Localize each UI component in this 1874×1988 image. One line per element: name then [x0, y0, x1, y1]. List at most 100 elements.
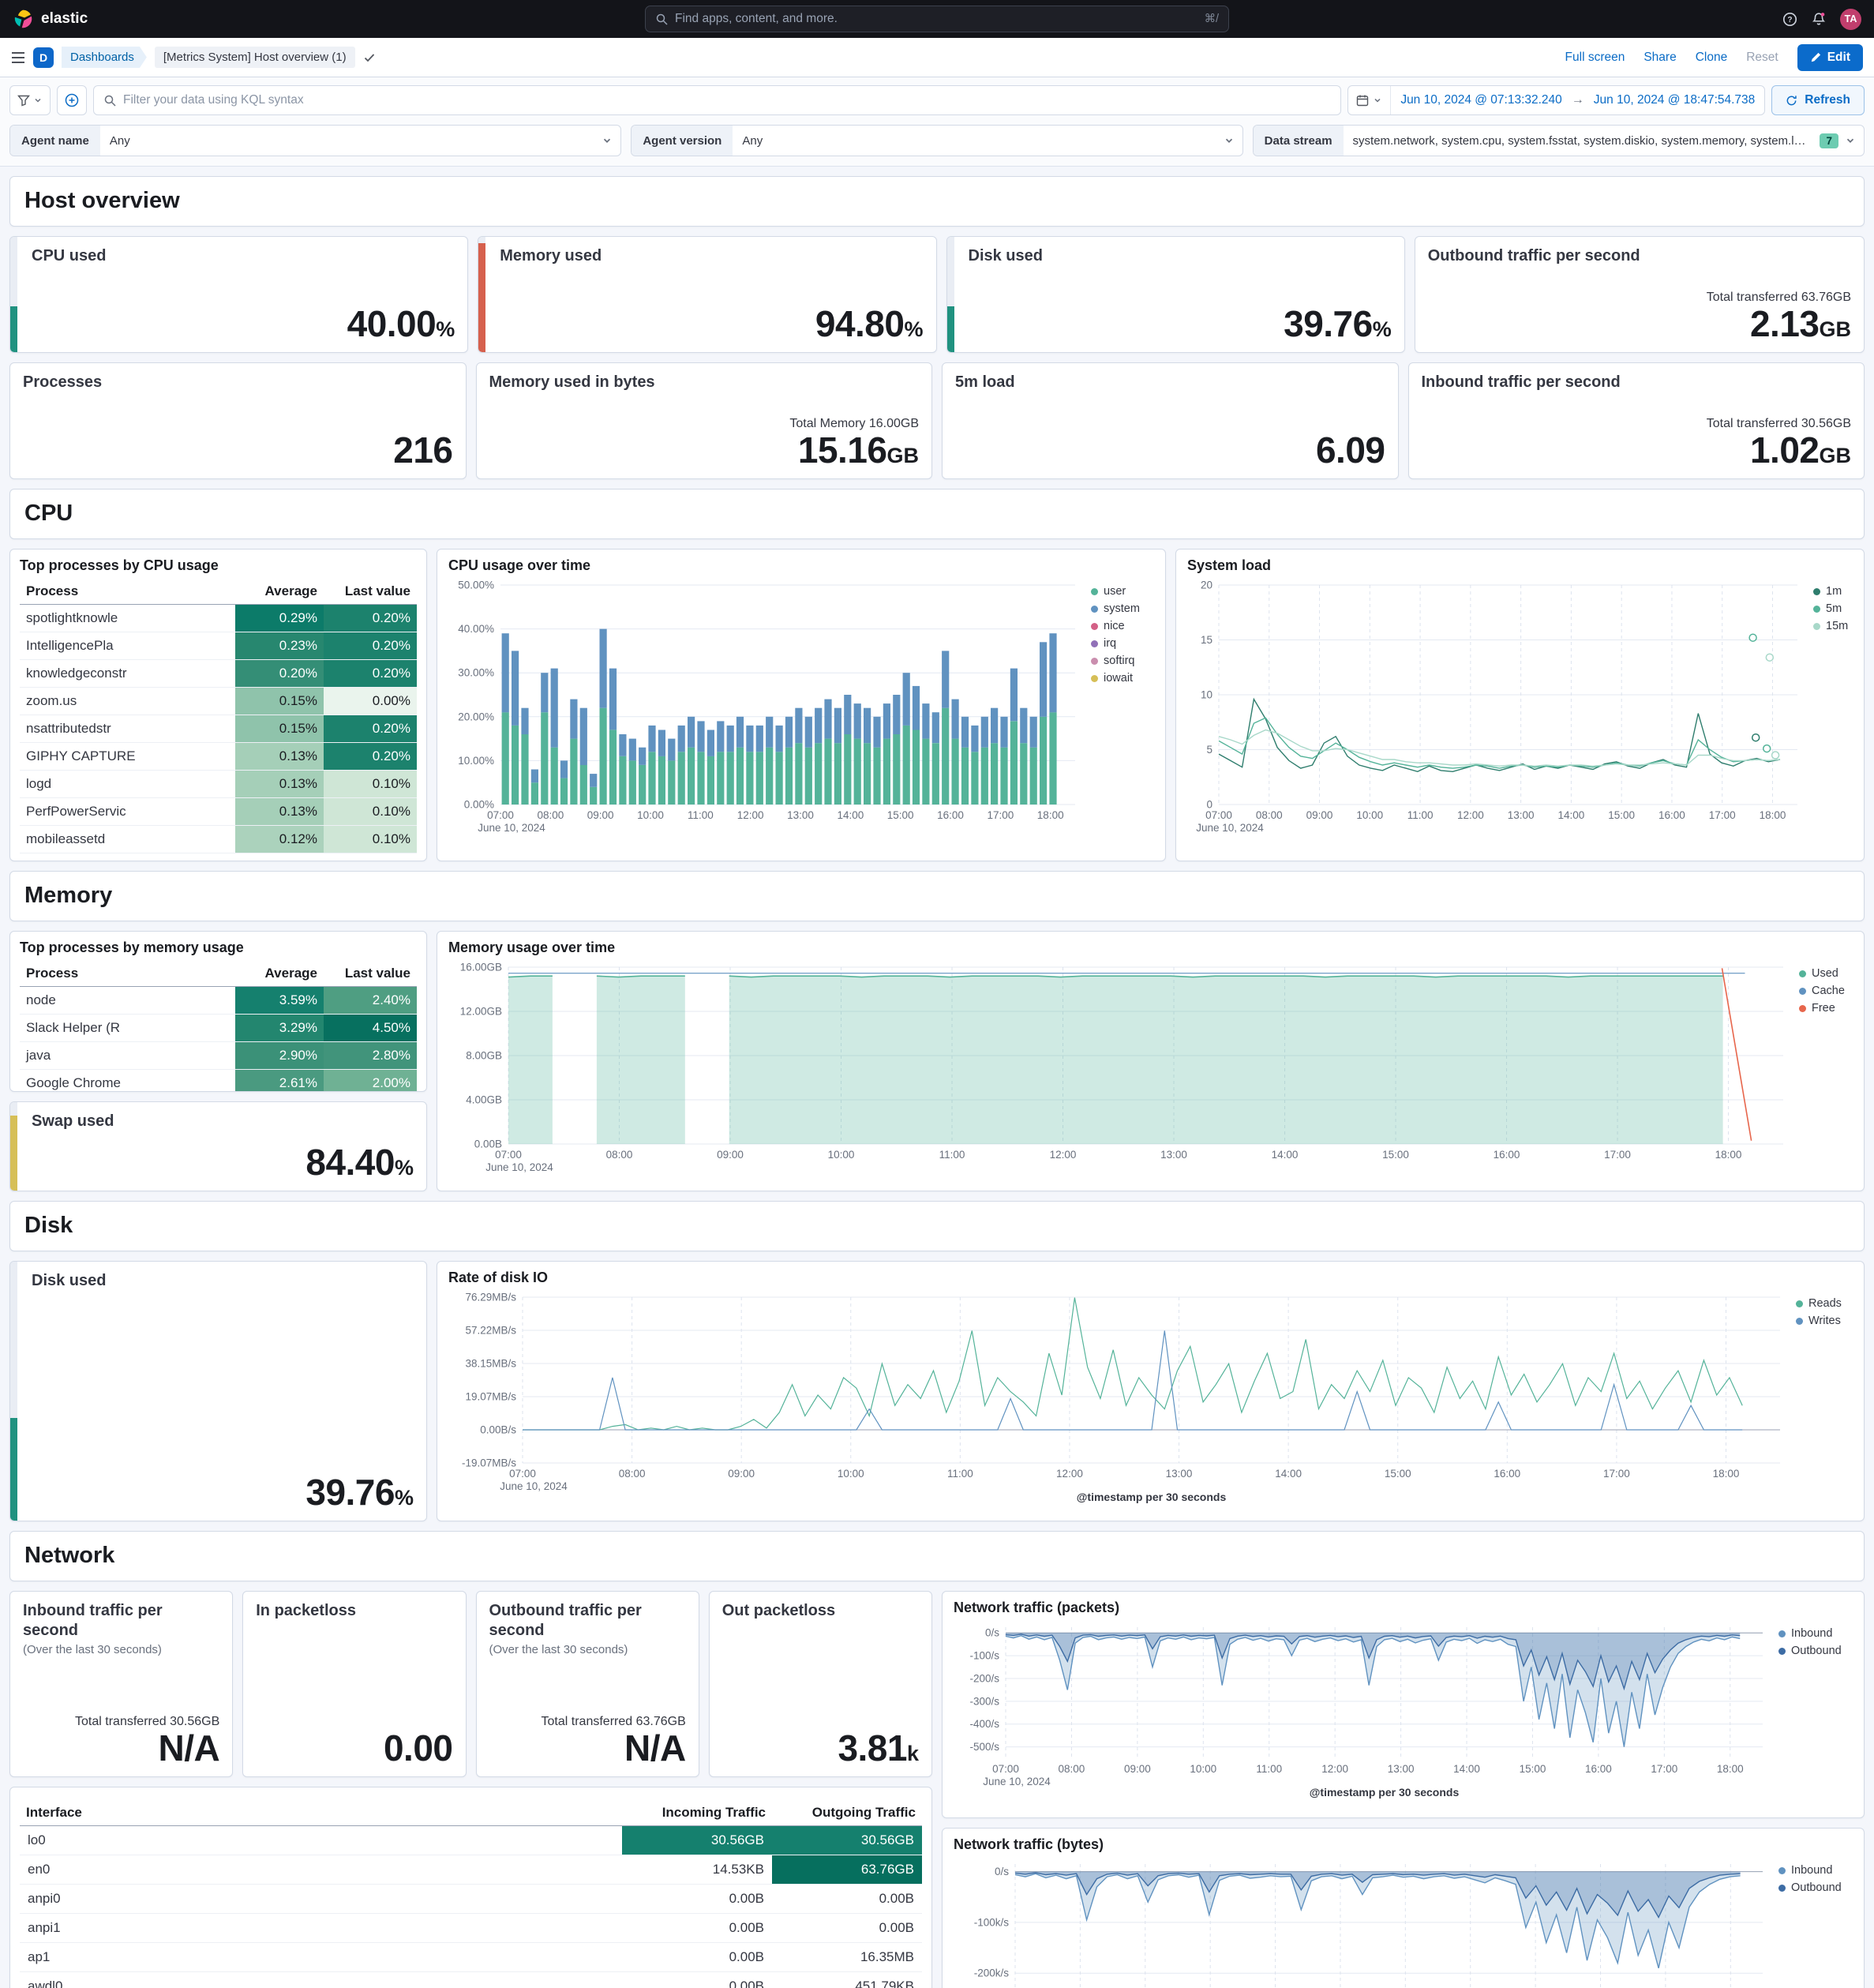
- chart-legend[interactable]: Used Cache Free: [1794, 959, 1853, 1177]
- breadcrumb-dashboards[interactable]: Dashboards: [62, 47, 147, 68]
- disk-io-chart[interactable]: 76.29MB/s 57.22MB/s 38.15MB/s 19.07MB/s 0.00…: [448, 1289, 1791, 1507]
- section-title-host-overview: Host overview: [9, 176, 1865, 227]
- svg-text:15:00: 15:00: [887, 809, 914, 821]
- cpu-usage-chart[interactable]: 50.00%40.00%30.00%20.00%10.00%0.00%07:00…: [448, 577, 1086, 838]
- svg-text:11:00: 11:00: [939, 1149, 965, 1161]
- svg-text:-200k/s: -200k/s: [974, 1967, 1010, 1979]
- svg-text:30.00%: 30.00%: [458, 667, 494, 679]
- svg-text:16:00: 16:00: [937, 809, 964, 821]
- metric-memory-used-bytes: Memory used in bytes Total Memory 16.00G…: [475, 362, 932, 479]
- control-label: Agent name: [10, 126, 100, 156]
- svg-text:13:00: 13:00: [1388, 1763, 1415, 1775]
- metric-network-inbound: Inbound traffic per second (Over the las…: [9, 1591, 234, 1777]
- notifications-bell-icon[interactable]: [1812, 12, 1826, 27]
- memory-usage-over-time-panel: Memory usage over time 16.00GB 12.00GB 8.0…: [437, 931, 1865, 1191]
- metric-progress-bar: [946, 237, 954, 352]
- help-icon[interactable]: ?: [1782, 12, 1797, 27]
- global-search-input[interactable]: Find apps, content, and more. ⌘/: [645, 6, 1229, 32]
- svg-text:17:00: 17:00: [1709, 809, 1736, 821]
- svg-text:08:00: 08:00: [606, 1149, 633, 1161]
- metric-value: 2.13GB: [1749, 303, 1851, 345]
- chart-legend[interactable]: Reads Writes: [1791, 1289, 1853, 1507]
- edit-button[interactable]: Edit: [1797, 43, 1863, 71]
- kpi-row-2: Processes 216 Memory used in bytes Total…: [9, 362, 1865, 479]
- control-agent-version[interactable]: Agent version Any: [631, 125, 1243, 156]
- clone-button[interactable]: Clone: [1696, 51, 1728, 65]
- svg-text:4.00GB: 4.00GB: [466, 1094, 502, 1106]
- metric-title: Inbound traffic per second: [23, 1602, 163, 1639]
- svg-text:@timestamp per 30 seconds: @timestamp per 30 seconds: [1077, 1491, 1227, 1503]
- svg-text:18:00: 18:00: [1760, 809, 1786, 821]
- panel-title: System load: [1187, 557, 1272, 573]
- system-load-chart[interactable]: 2015105007:00June 10, 202408:00 09:00 10:0…: [1187, 577, 1808, 838]
- svg-text:10:00: 10:00: [828, 1149, 855, 1161]
- top-processes-cpu-panel: Top processes by CPU usage Process Averag…: [9, 549, 427, 861]
- metric-value: 94.80%: [815, 303, 924, 345]
- metric-value: 216: [393, 429, 453, 471]
- svg-text:08:00: 08:00: [1059, 1763, 1085, 1775]
- metric-value: 40.00%: [347, 303, 455, 345]
- network-kpi-row: Inbound traffic per second (Over the las…: [9, 1591, 932, 1777]
- breadcrumb-current-dashboard[interactable]: [Metrics System] Host overview (1): [154, 47, 355, 68]
- network-left-column: Inbound traffic per second (Over the las…: [9, 1591, 932, 1988]
- search-icon: [104, 95, 116, 107]
- network-packets-chart[interactable]: 0/s -100/s -200/s -300/s -400/s -500/s 07:00Ju…: [954, 1619, 1774, 1802]
- reset-button[interactable]: Reset: [1746, 51, 1778, 65]
- network-traffic-packets-panel: Network traffic (packets) 0/s -100/s -200/…: [942, 1591, 1865, 1818]
- svg-text:15:00: 15:00: [1520, 1763, 1546, 1775]
- chart-legend[interactable]: 1m 5m 15m: [1808, 577, 1853, 838]
- svg-text:10.00%: 10.00%: [458, 755, 494, 767]
- memory-usage-chart[interactable]: 16.00GB12.00GB8.00GB4.00GB0.00B07:00June…: [448, 959, 1794, 1177]
- kql-search-input[interactable]: Filter your data using KQL syntax: [93, 85, 1342, 115]
- svg-text:-400/s: -400/s: [969, 1718, 999, 1730]
- breadcrumb-bar: D Dashboards [Metrics System] Host overv…: [0, 38, 1874, 77]
- search-icon: [656, 13, 668, 25]
- chevron-down-icon: [35, 98, 41, 103]
- add-filter-button[interactable]: [57, 85, 87, 115]
- svg-text:20.00%: 20.00%: [458, 711, 494, 722]
- control-value: Any: [109, 133, 130, 148]
- date-picker-menu-button[interactable]: [1348, 86, 1392, 114]
- menu-hamburger-icon[interactable]: [11, 51, 25, 64]
- date-range-start[interactable]: Jun 10, 2024 @ 07:13:32.240: [1391, 93, 1571, 107]
- date-range-end[interactable]: Jun 10, 2024 @ 18:47:54.738: [1584, 93, 1764, 107]
- saved-query-menu-button[interactable]: [9, 85, 51, 115]
- section-title-disk: Disk: [9, 1201, 1865, 1251]
- saved-check-icon[interactable]: [363, 51, 376, 64]
- full-screen-button[interactable]: Full screen: [1565, 51, 1625, 65]
- dashboard-app-icon: D: [33, 47, 54, 68]
- panel-title: Top processes by CPU usage: [20, 557, 219, 573]
- svg-text:18:00: 18:00: [1713, 1468, 1740, 1480]
- svg-text:14:00: 14:00: [837, 809, 864, 821]
- metric-in-packetloss: In packetloss 0.00: [242, 1591, 467, 1777]
- metric-title: Disk used: [968, 247, 1043, 264]
- memory-left-column: Top processes by memory usage Process Ave…: [9, 931, 427, 1191]
- user-avatar[interactable]: TA: [1840, 8, 1861, 30]
- metric-title: Outbound traffic per second: [1427, 247, 1640, 264]
- metric-value: 1.02GB: [1749, 429, 1851, 471]
- share-button[interactable]: Share: [1643, 51, 1676, 65]
- svg-text:13:00: 13:00: [1166, 1468, 1193, 1480]
- filter-funnel-icon: [17, 95, 30, 107]
- chevron-down-icon: [1374, 98, 1381, 103]
- svg-text:16.00GB: 16.00GB: [460, 962, 502, 973]
- refresh-button[interactable]: Refresh: [1771, 85, 1865, 115]
- control-data-stream[interactable]: Data stream system.network, system.cpu, …: [1252, 125, 1865, 156]
- svg-text:14:00: 14:00: [1275, 1468, 1302, 1480]
- control-agent-name[interactable]: Agent name Any: [9, 125, 622, 156]
- svg-text:17:00: 17:00: [987, 809, 1014, 821]
- chart-legend[interactable]: Inbound Outbound: [1774, 1856, 1853, 1988]
- cpu-processes-table: Process Average Last value spotlightknowle 0…: [20, 579, 417, 853]
- metric-title: Memory used in bytes: [489, 373, 655, 391]
- svg-text:11:00: 11:00: [1407, 809, 1434, 821]
- metric-value: N/A: [158, 1727, 220, 1769]
- chart-legend[interactable]: user system nice irq softirq iowait: [1086, 577, 1154, 838]
- top-navigation-bar: elastic Find apps, content, and more. ⌘/…: [0, 0, 1874, 38]
- chart-legend[interactable]: Inbound Outbound: [1774, 1619, 1853, 1802]
- network-bytes-chart[interactable]: 0/s-100k/s-200k/s07:00June 10, 202408:00…: [954, 1856, 1774, 1988]
- search-shortcut-hint: ⌘/: [1204, 13, 1219, 25]
- control-value: system.network, system.cpu, system.fssta…: [1352, 133, 1820, 148]
- network-section-row: Inbound traffic per second (Over the las…: [9, 1591, 1865, 1988]
- svg-text:12.00GB: 12.00GB: [460, 1006, 502, 1018]
- elastic-logo[interactable]: elastic: [13, 9, 645, 29]
